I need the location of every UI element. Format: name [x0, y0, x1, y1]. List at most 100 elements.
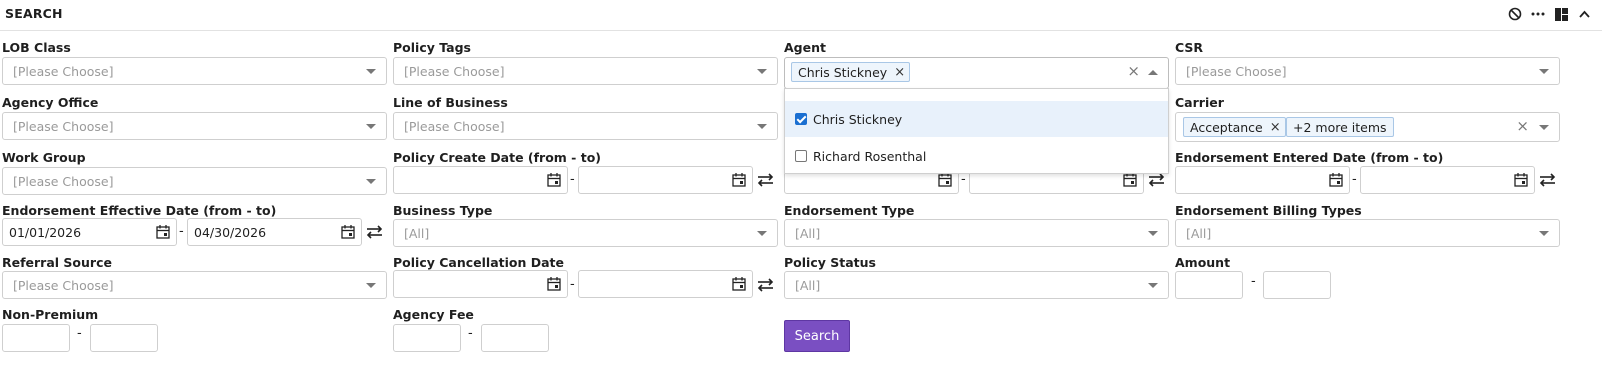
search-button[interactable]: Search — [784, 320, 850, 352]
checkbox-icon[interactable] — [795, 150, 807, 162]
line-of-business-select[interactable]: [Please Choose] — [393, 112, 778, 140]
swap-icon[interactable] — [757, 173, 774, 191]
agent-chip: Chris Stickney × — [791, 62, 911, 82]
chevron-down-icon — [1148, 283, 1158, 288]
checkbox-icon[interactable] — [795, 113, 807, 125]
csr-label: CSR — [1175, 40, 1204, 55]
referral-source-label: Referral Source — [2, 255, 112, 270]
calendar-icon[interactable] — [156, 224, 170, 243]
policy-create-date-to[interactable] — [578, 166, 753, 194]
range-separator: - — [570, 277, 575, 292]
endorsement-entered-date-from[interactable] — [1175, 166, 1350, 194]
layout-icon[interactable] — [1553, 5, 1569, 23]
endorsement-effective-date-label: Endorsement Effective Date (from - to) — [2, 203, 277, 218]
policy-create-date-from[interactable] — [393, 166, 568, 194]
endorsement-entered-date-to[interactable] — [1360, 166, 1535, 194]
calendar-icon[interactable] — [547, 276, 561, 295]
search-panel-header: SEARCH — [0, 0, 1602, 31]
close-icon[interactable]: × — [1516, 118, 1529, 134]
agency-office-label: Agency Office — [2, 95, 99, 110]
non-premium-to-input[interactable] — [90, 324, 158, 352]
work-group-select[interactable]: [Please Choose] — [2, 167, 387, 195]
policy-status-select[interactable]: [All] — [784, 271, 1169, 299]
policy-status-label: Policy Status — [784, 255, 876, 270]
amount-from-input[interactable] — [1175, 271, 1243, 299]
agent-option-label: Chris Stickney — [813, 111, 903, 127]
range-separator: - — [77, 326, 82, 341]
endorsement-entered-date-label: Endorsement Entered Date (from - to) — [1175, 150, 1444, 165]
agent-dropdown-list: Chris Stickney Richard Rosenthal — [784, 88, 1169, 174]
referral-source-placeholder: [Please Choose] — [13, 278, 114, 293]
business-type-placeholder: [All] — [404, 226, 430, 241]
carrier-more-label: +2 more items — [1293, 120, 1387, 135]
chevron-down-icon — [1539, 125, 1549, 130]
agency-fee-to-input[interactable] — [481, 324, 549, 352]
range-separator: - — [1352, 172, 1357, 187]
agent-option-chris-stickney[interactable]: Chris Stickney — [785, 101, 1168, 137]
chevron-down-icon — [757, 124, 767, 129]
endorsement-billing-types-placeholder: [All] — [1186, 226, 1212, 241]
header-toolbar — [1507, 5, 1592, 23]
endorsement-billing-types-label: Endorsement Billing Types — [1175, 203, 1362, 218]
endorsement-type-label: Endorsement Type — [784, 203, 915, 218]
endorsement-effective-date-from[interactable]: 01/01/2026 — [2, 218, 177, 246]
calendar-icon[interactable] — [1514, 172, 1528, 191]
business-type-select[interactable]: [All] — [393, 219, 778, 247]
chevron-down-icon — [366, 69, 376, 74]
lob-class-placeholder: [Please Choose] — [13, 64, 114, 79]
line-of-business-placeholder: [Please Choose] — [404, 119, 505, 134]
carrier-multiselect[interactable]: Acceptance × +2 more items × — [1175, 112, 1560, 142]
endorsement-effective-to-value: 04/30/2026 — [194, 225, 267, 240]
close-icon[interactable]: × — [894, 65, 905, 80]
amount-to-input[interactable] — [1263, 271, 1331, 299]
agency-fee-from-input[interactable] — [393, 324, 461, 352]
policy-create-date-label: Policy Create Date (from - to) — [393, 150, 601, 165]
lob-class-label: LOB Class — [2, 40, 71, 55]
calendar-icon[interactable] — [341, 224, 355, 243]
agency-office-select[interactable]: [Please Choose] — [2, 112, 387, 140]
lob-class-select[interactable]: [Please Choose] — [2, 57, 387, 85]
non-premium-from-input[interactable] — [2, 324, 70, 352]
endorsement-type-select[interactable]: [All] — [784, 219, 1169, 247]
agent-chip-label: Chris Stickney — [798, 65, 888, 80]
non-premium-label: Non-Premium — [2, 307, 99, 322]
carrier-more-chip[interactable]: +2 more items — [1286, 117, 1394, 137]
referral-source-select[interactable]: [Please Choose] — [2, 271, 387, 299]
policy-cancellation-date-to[interactable] — [578, 270, 753, 298]
chevron-down-icon — [757, 231, 767, 236]
calendar-icon[interactable] — [1123, 172, 1137, 191]
policy-cancellation-date-label: Policy Cancellation Date — [393, 255, 564, 270]
endorsement-billing-types-select[interactable]: [All] — [1175, 219, 1560, 247]
calendar-icon[interactable] — [938, 172, 952, 191]
more-icon[interactable] — [1530, 5, 1546, 23]
range-separator: - — [179, 224, 184, 239]
agent-option-richard-rosenthal[interactable]: Richard Rosenthal — [785, 138, 1168, 174]
chevron-up-icon[interactable] — [1576, 5, 1592, 23]
policy-tags-placeholder: [Please Choose] — [404, 64, 505, 79]
close-icon[interactable]: × — [1127, 63, 1140, 79]
swap-icon[interactable] — [366, 225, 383, 243]
policy-cancellation-date-from[interactable] — [393, 270, 568, 298]
close-icon[interactable]: × — [1270, 120, 1281, 135]
agent-multiselect[interactable]: Chris Stickney × × — [784, 57, 1169, 89]
carrier-chip: Acceptance × — [1183, 117, 1286, 137]
swap-icon[interactable] — [757, 278, 774, 296]
block-icon[interactable] — [1507, 5, 1523, 23]
panel-title: SEARCH — [5, 6, 63, 21]
csr-select[interactable]: [Please Choose] — [1175, 57, 1560, 85]
endorsement-effective-date-to[interactable]: 04/30/2026 — [187, 218, 362, 246]
range-separator: - — [961, 172, 966, 187]
swap-icon[interactable] — [1539, 173, 1556, 191]
calendar-icon[interactable] — [732, 172, 746, 191]
calendar-icon[interactable] — [732, 276, 746, 295]
swap-icon[interactable] — [1148, 173, 1165, 191]
range-separator: - — [468, 326, 473, 341]
amount-label: Amount — [1175, 255, 1231, 270]
calendar-icon[interactable] — [1329, 172, 1343, 191]
agency-office-placeholder: [Please Choose] — [13, 119, 114, 134]
chevron-down-icon — [1539, 69, 1549, 74]
calendar-icon[interactable] — [547, 172, 561, 191]
policy-tags-select[interactable]: [Please Choose] — [393, 57, 778, 85]
carrier-chip-label: Acceptance — [1190, 120, 1263, 135]
chevron-down-icon — [366, 124, 376, 129]
